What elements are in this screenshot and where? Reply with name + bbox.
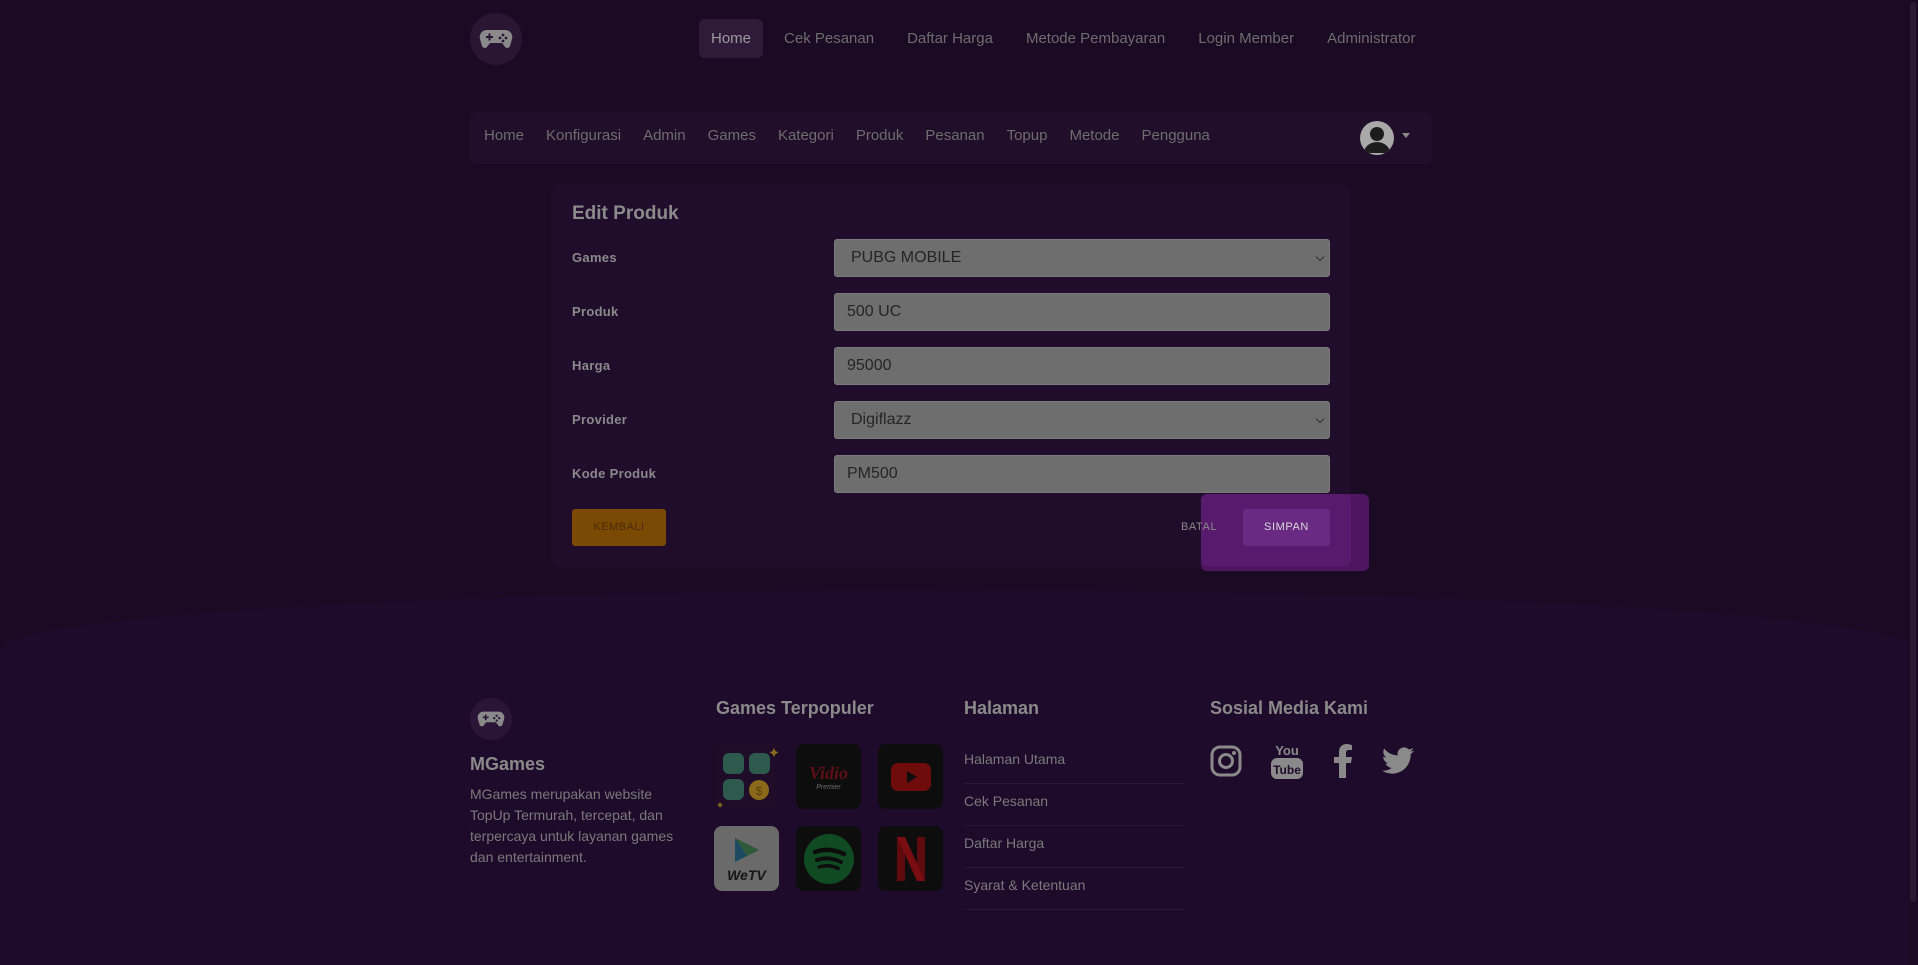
user-avatar[interactable]	[1360, 121, 1394, 155]
top-menu: Home Cek Pesanan Daftar Harga Metode Pem…	[699, 19, 1436, 58]
popular-games-grid: $ Vidio Premier WeTV	[714, 744, 943, 891]
admin-nav-kategori[interactable]: Kategori	[778, 127, 834, 144]
card-title: Edit Produk	[572, 203, 679, 224]
admin-navbar: Home Konfigurasi Admin Games Kategori Pr…	[470, 112, 1432, 164]
user-icon	[1364, 127, 1390, 153]
game-tile-youtube[interactable]	[878, 744, 943, 809]
topnav-daftar-harga[interactable]: Daftar Harga	[895, 19, 1005, 58]
chevron-down-icon	[1315, 414, 1325, 424]
wetv-logo: WeTV	[727, 835, 766, 883]
simpan-button[interactable]: SIMPAN	[1243, 509, 1330, 546]
topnav-cek-pesanan[interactable]: Cek Pesanan	[772, 19, 886, 58]
kode-produk-label: Kode Produk	[572, 466, 657, 481]
social-heading: Sosial Media Kami	[1210, 698, 1369, 718]
footer-links: Halaman Utama Cek Pesanan Daftar Harga S…	[964, 742, 1184, 910]
admin-menu: Home Konfigurasi Admin Games Kategori Pr…	[484, 127, 1232, 144]
twitter-icon[interactable]	[1381, 747, 1414, 780]
social-links: You Tube	[1210, 742, 1442, 785]
games-select[interactable]: PUBG MOBILE	[834, 239, 1330, 277]
footer-link-halaman-utama[interactable]: Halaman Utama	[964, 742, 1184, 784]
wetv-title: WeTV	[727, 866, 766, 883]
topnav-login-member[interactable]: Login Member	[1186, 19, 1306, 58]
games-label: Games	[572, 250, 617, 265]
admin-nav-pesanan[interactable]: Pesanan	[925, 127, 984, 144]
kode-produk-row: Kode Produk PM500	[572, 455, 1330, 493]
provider-row: Provider Digiflazz	[572, 401, 1330, 439]
scrollbar-thumb[interactable]	[1910, 2, 1916, 902]
svg-text:$: $	[755, 784, 762, 798]
provider-select[interactable]: Digiflazz	[834, 401, 1330, 439]
wetv-play-icon	[735, 837, 760, 862]
topnav-home[interactable]: Home	[699, 19, 764, 58]
admin-nav-konfigurasi[interactable]: Konfigurasi	[546, 127, 621, 144]
kode-produk-input[interactable]: PM500	[834, 455, 1330, 493]
admin-nav-produk[interactable]: Produk	[856, 127, 904, 144]
svg-text:You: You	[1275, 743, 1299, 758]
topnav-metode-pembayaran[interactable]: Metode Pembayaran	[1014, 19, 1177, 58]
footer-link-syarat-ketentuan[interactable]: Syarat & Ketentuan	[964, 868, 1184, 910]
instagram-icon[interactable]	[1210, 745, 1242, 782]
games-heading: Games Terpopuler	[716, 698, 874, 718]
apps-icon: $	[716, 747, 778, 808]
game-tile-wetv[interactable]: WeTV	[714, 826, 779, 891]
facebook-icon[interactable]	[1332, 744, 1354, 783]
admin-nav-metode[interactable]: Metode	[1069, 127, 1119, 144]
game-tile-spotify[interactable]	[796, 826, 861, 891]
harga-input[interactable]: 95000	[834, 347, 1330, 385]
harga-label: Harga	[572, 358, 611, 373]
footer-brand: MGames	[470, 754, 546, 774]
produk-row: Produk 500 UC	[572, 293, 1330, 331]
svg-text:Tube: Tube	[1273, 763, 1301, 777]
admin-nav-admin[interactable]: Admin	[643, 127, 686, 144]
topnav-administrator[interactable]: Administrator	[1315, 19, 1427, 58]
batal-button[interactable]: BATAL	[1181, 521, 1217, 533]
games-select-value: PUBG MOBILE	[851, 249, 962, 266]
youtube-icon	[890, 762, 931, 791]
gamepad-icon	[477, 711, 505, 727]
footer-logo[interactable]	[470, 698, 512, 740]
game-tile-netflix[interactable]	[878, 826, 943, 891]
game-tile-vidio[interactable]: Vidio Premier	[796, 744, 861, 809]
pages-heading: Halaman	[964, 698, 1040, 718]
produk-label: Produk	[572, 304, 619, 319]
gamepad-icon	[479, 29, 513, 48]
youtube-icon[interactable]: You Tube	[1270, 742, 1304, 785]
caret-down-icon[interactable]	[1402, 133, 1410, 138]
admin-nav-topup[interactable]: Topup	[1007, 127, 1048, 144]
background-wave	[0, 590, 1918, 965]
netflix-icon	[896, 836, 925, 881]
game-tile-apps[interactable]: $	[714, 744, 779, 809]
admin-nav-pengguna[interactable]: Pengguna	[1142, 127, 1210, 144]
footer-link-cek-pesanan[interactable]: Cek Pesanan	[964, 784, 1184, 826]
vidio-logo: Vidio Premier	[809, 763, 848, 791]
harga-row: Harga 95000	[572, 347, 1330, 385]
chevron-down-icon	[1315, 252, 1325, 262]
scrollbar[interactable]	[1908, 0, 1918, 965]
vidio-title: Vidio	[808, 762, 848, 783]
produk-input[interactable]: 500 UC	[834, 293, 1330, 331]
provider-label: Provider	[572, 412, 628, 427]
admin-nav-games[interactable]: Games	[708, 127, 756, 144]
footer-link-daftar-harga[interactable]: Daftar Harga	[964, 826, 1184, 868]
top-navbar: Home Cek Pesanan Daftar Harga Metode Pem…	[0, 0, 1918, 78]
spotify-icon	[803, 833, 854, 884]
games-row: Games PUBG MOBILE	[572, 239, 1330, 277]
vidio-sub: Premier	[816, 783, 841, 791]
kembali-button[interactable]: KEMBALI	[572, 509, 666, 546]
footer-description: MGames merupakan website TopUp Termurah,…	[470, 786, 674, 865]
provider-select-value: Digiflazz	[851, 411, 912, 428]
admin-nav-home[interactable]: Home	[484, 127, 524, 144]
site-logo[interactable]	[470, 13, 522, 65]
